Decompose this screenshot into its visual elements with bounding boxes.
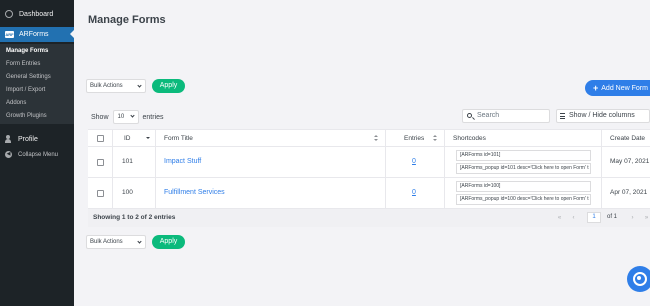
column-divider [601, 147, 602, 177]
menu-label-profile: Profile [18, 135, 38, 143]
apply-button-top[interactable]: Apply [152, 79, 185, 93]
table-info: Showing 1 to 2 of 2 entries [93, 214, 176, 221]
header-form-title[interactable]: Form Title [164, 130, 193, 147]
page-number-input[interactable]: 1 [587, 212, 601, 223]
show-hide-columns-label: Show / Hide columns [569, 112, 635, 119]
search-input[interactable]: Search [462, 109, 550, 123]
sort-icon [374, 135, 378, 142]
header-id[interactable]: ID [124, 130, 131, 147]
column-divider [385, 130, 386, 147]
create-date: Apr 07, 2021 [610, 189, 648, 196]
column-divider [444, 130, 445, 147]
search-placeholder: Search [477, 112, 500, 119]
menu-item-profile[interactable]: Profile [0, 132, 74, 146]
select-all-checkbox[interactable] [97, 135, 104, 142]
column-divider [444, 147, 445, 177]
column-divider [385, 178, 386, 208]
column-divider [112, 130, 113, 147]
last-page-icon[interactable]: » [641, 213, 650, 223]
arforms-icon: ARF [5, 31, 14, 38]
chevron-down-icon [129, 113, 135, 118]
column-divider [155, 147, 156, 177]
help-lifebuoy-icon[interactable] [627, 266, 650, 292]
show-label: Show [91, 113, 109, 121]
apply-button-bottom[interactable]: Apply [152, 235, 185, 249]
collapse-menu-button[interactable]: ◀ Collapse Menu [0, 148, 74, 161]
columns-icon [560, 113, 565, 119]
bulk-actions-select-top[interactable]: Bulk Actions [86, 79, 146, 93]
column-divider [155, 178, 156, 208]
shortcode-field[interactable]: [ARForms id=100] [456, 181, 591, 192]
header-shortcodes: Shortcodes [453, 135, 486, 142]
page-length-select[interactable]: 10 [112, 110, 139, 124]
plus-icon: + [593, 83, 599, 93]
page-count-label: of 1 [607, 214, 618, 220]
row-id: 101 [122, 158, 133, 165]
entries-count-link[interactable]: 0 [412, 189, 416, 196]
add-new-form-button[interactable]: + Add New Form [585, 80, 650, 96]
form-title-link[interactable]: Impact Stuff [164, 158, 201, 165]
next-page-icon[interactable]: › [627, 213, 638, 223]
column-divider [112, 178, 113, 208]
page-title: Manage Forms [88, 14, 166, 26]
row-checkbox[interactable] [97, 159, 104, 166]
table-row: 100 Fulfillment Services 0 [ARForms id=1… [88, 178, 650, 209]
bulk-actions-value: Bulk Actions [90, 239, 123, 245]
submenu-growth-plugins[interactable]: Growth Plugins [0, 110, 74, 123]
table-row: 101 Impact Stuff 0 [ARForms id=101] [ARF… [88, 147, 650, 178]
bulk-actions-select-bottom[interactable]: Bulk Actions [86, 235, 146, 249]
arforms-submenu: Manage Forms Form Entries General Settin… [0, 44, 74, 124]
user-icon [5, 135, 11, 143]
chevron-down-icon [137, 239, 142, 244]
page-length-value: 10 [117, 114, 125, 120]
first-page-icon[interactable]: « [554, 213, 565, 223]
main-content: Manage Forms Bulk Actions Apply + Add New… [74, 0, 650, 306]
menu-item-arforms[interactable]: ARF ARForms [0, 27, 74, 42]
column-divider [444, 178, 445, 208]
dashboard-icon [5, 10, 13, 18]
table-footer: Showing 1 to 2 of 2 entries « ‹ 1 of 1 ›… [88, 209, 650, 227]
column-divider [601, 178, 602, 208]
sort-icon [433, 135, 437, 142]
header-entries[interactable]: Entries [404, 130, 424, 147]
admin-sidebar: Dashboard ARF ARForms Manage Forms Form … [0, 0, 74, 306]
column-divider [112, 147, 113, 177]
menu-label-arforms: ARForms [19, 31, 49, 38]
row-checkbox[interactable] [97, 190, 104, 197]
collapse-menu-label: Collapse Menu [18, 151, 59, 158]
row-id: 100 [122, 189, 133, 196]
table-header: ID Form Title Entries Shortcodes Create … [88, 129, 650, 147]
form-title-link[interactable]: Fulfillment Services [164, 189, 225, 196]
submenu-addons[interactable]: Addons [0, 97, 74, 110]
submenu-form-entries[interactable]: Form Entries [0, 58, 74, 71]
header-create-date[interactable]: Create Date [610, 130, 645, 147]
sort-desc-icon [146, 137, 150, 139]
page-length-control: Show 10 entries [91, 110, 164, 124]
menu-label-dashboard: Dashboard [19, 10, 54, 18]
popup-shortcode-field[interactable]: [ARForms_popup id=101 desc='Click here t… [456, 163, 591, 174]
collapse-arrow-icon: ◀ [5, 151, 12, 158]
shortcode-field[interactable]: [ARForms id=101] [456, 150, 591, 161]
search-icon [467, 113, 472, 118]
show-hide-columns-button[interactable]: Show / Hide columns [556, 109, 650, 123]
popup-shortcode-field[interactable]: [ARForms_popup id=100 desc='Click here t… [456, 194, 591, 205]
column-divider [155, 130, 156, 147]
entries-count-link[interactable]: 0 [412, 158, 416, 165]
submenu-manage-forms[interactable]: Manage Forms [0, 45, 74, 58]
column-divider [385, 147, 386, 177]
bulk-actions-value: Bulk Actions [90, 83, 123, 89]
create-date: May 07, 2021 [610, 158, 650, 165]
submenu-import-export[interactable]: Import / Export [0, 84, 74, 97]
chevron-down-icon [137, 83, 142, 88]
entries-label: entries [142, 113, 164, 121]
menu-item-dashboard[interactable]: Dashboard [0, 5, 74, 23]
column-divider [601, 130, 602, 147]
submenu-general-settings[interactable]: General Settings [0, 71, 74, 84]
previous-page-icon[interactable]: ‹ [568, 213, 579, 223]
forms-table: ID Form Title Entries Shortcodes Create … [88, 129, 650, 227]
add-new-form-label: Add New Form [601, 85, 648, 92]
